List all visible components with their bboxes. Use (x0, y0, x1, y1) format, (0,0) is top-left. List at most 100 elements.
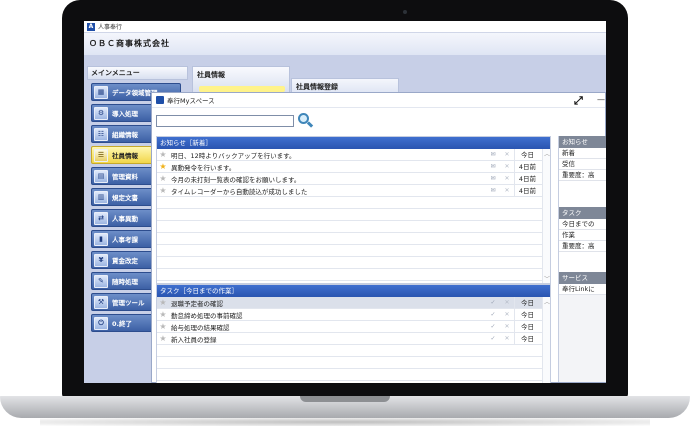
expand-icon[interactable]: ⤢ (574, 94, 583, 108)
task-row[interactable]: ★ 勤怠締め処理の事前確認 ✓ ✕ 今日 (157, 308, 550, 321)
task-date: 今日 (514, 308, 540, 321)
empty-row (157, 233, 550, 245)
menu-item-label: 組織情報 (112, 131, 138, 139)
news-list: ★ 明日、12時よりバックアップを行います。 ✉ ✕ 今日 ★ 異動発令を行います。 ✉ ✕ 4日… (157, 148, 550, 281)
side-news-line[interactable]: 受信 (559, 159, 606, 170)
star-icon[interactable]: ★ (157, 298, 169, 307)
menu-item-label: 社員情報 (112, 152, 138, 160)
empty-row (157, 369, 550, 381)
task-text: 新入社員の登録 (171, 335, 217, 344)
company-name: ＯＢＣ商事株式会社 (84, 33, 606, 55)
laptop-shadow (40, 418, 650, 426)
star-icon[interactable]: ★ (157, 322, 169, 331)
star-icon[interactable]: ★ (157, 150, 169, 159)
delete-icon[interactable]: ✕ (500, 175, 514, 182)
task-scrollbar[interactable]: ︿ (542, 297, 550, 383)
news-row[interactable]: ★ タイムレコーダーから自動読込が成功しました ✉ ✕ 4日前 (157, 184, 550, 197)
side-service-line[interactable]: 奉行Linkに (559, 284, 606, 295)
process-icon: ✎ (94, 274, 108, 288)
minimize-icon[interactable]: — (597, 95, 605, 104)
scroll-up-icon[interactable]: ︿ (543, 297, 551, 306)
task-date: 今日 (514, 332, 540, 345)
news-row[interactable]: ★ 明日、12時よりバックアップを行います。 ✉ ✕ 今日 (157, 148, 550, 161)
news-row[interactable]: ★ 異動発令を行います。 ✉ ✕ 4日前 (157, 160, 550, 173)
side-task-line[interactable]: 今日までの (559, 219, 606, 230)
mail-icon[interactable]: ✉ (486, 187, 500, 194)
menu-item-label: 0.終了 (112, 320, 132, 328)
star-icon[interactable]: ★ (157, 186, 169, 195)
delete-icon[interactable]: ✕ (500, 335, 514, 342)
app-icon: A (87, 22, 95, 31)
delete-icon[interactable]: ✕ (500, 299, 514, 306)
menu-item-label: 人事異動 (112, 215, 138, 223)
empty-row (157, 269, 550, 281)
star-icon[interactable]: ★ (157, 334, 169, 343)
news-text: 明日、12時よりバックアップを行います。 (171, 151, 296, 160)
exit-icon: ⏻ (94, 316, 108, 330)
star-icon[interactable]: ★ (157, 174, 169, 183)
delete-icon[interactable]: ✕ (500, 311, 514, 318)
main-menu-title: メインメニュー (87, 66, 188, 80)
news-scrollbar[interactable]: ︿ ﹀ (542, 149, 550, 283)
side-news-line[interactable]: 新着 (559, 148, 606, 159)
evaluation-icon: ▮ (94, 232, 108, 246)
transfer-icon: ⇄ (94, 211, 108, 225)
check-icon[interactable]: ✓ (486, 323, 500, 330)
delete-icon[interactable]: ✕ (500, 151, 514, 158)
menu-item-label: 管理資料 (112, 173, 138, 181)
mail-icon[interactable]: ✉ (486, 175, 500, 182)
delete-icon[interactable]: ✕ (500, 163, 514, 170)
task-row[interactable]: ★ 新入社員の登録 ✓ ✕ 今日 (157, 332, 550, 345)
mail-icon[interactable]: ✉ (486, 163, 500, 170)
search-input[interactable] (156, 115, 294, 127)
news-panel: お知らせ［新着］ ★ 明日、12時よりバックアップを行います。 ✉ ✕ 今日 ★ 異動発令を… (156, 136, 551, 284)
delete-icon[interactable]: ✕ (500, 187, 514, 194)
empty-row (157, 245, 550, 257)
myspace-window: 奉行Myスペース ⤢ — お知らせ［新着］ ★ 明日、12時よりバックアップを行い… (151, 92, 606, 383)
mail-icon[interactable]: ✉ (486, 151, 500, 158)
menu-item-label: 賃金改定 (112, 257, 138, 265)
star-icon[interactable]: ★ (157, 162, 169, 171)
empty-row (157, 221, 550, 233)
star-icon[interactable]: ★ (157, 310, 169, 319)
scroll-down-icon[interactable]: ﹀ (543, 274, 551, 283)
empty-row (157, 345, 550, 357)
side-task-line[interactable]: 作業 (559, 230, 606, 241)
task-text: 退職予定者の確認 (171, 299, 223, 308)
org-icon: ☷ (94, 127, 108, 141)
task-list: ★ 退職予定者の確認 ✓ ✕ 今日 ★ 勤怠締め処理の事前確認 ✓ ✕ 今日 ★ 給与処理の結果確認 ✓… (157, 296, 550, 381)
delete-icon[interactable]: ✕ (500, 323, 514, 330)
check-icon[interactable]: ✓ (486, 311, 500, 318)
task-date: 今日 (514, 296, 540, 309)
scroll-up-icon[interactable]: ︿ (543, 149, 551, 158)
side-task-header: タスク (559, 207, 606, 219)
side-panel: お知らせ 新着 受信 重要度：高 タスク 今日までの 作業 重要度：高 サービス… (558, 136, 606, 382)
menu-item-label: 導入処理 (112, 110, 138, 118)
menu-item-label: 随時処理 (112, 278, 138, 286)
laptop-notch (300, 396, 390, 402)
empty-row (157, 257, 550, 269)
task-row[interactable]: ★ 給与処理の結果確認 ✓ ✕ 今日 (157, 320, 550, 333)
report-icon: ▤ (94, 169, 108, 183)
task-text: 給与処理の結果確認 (171, 323, 230, 332)
document-icon: ▥ (94, 190, 108, 204)
check-icon[interactable]: ✓ (486, 299, 500, 306)
news-row[interactable]: ★ 今月の未打刻一覧表の確認をお願いします。 ✉ ✕ 4日前 (157, 172, 550, 185)
tab-label: 社員情報 (197, 71, 225, 79)
employee-icon: ☰ (94, 148, 108, 162)
menu-item-label: 規定文書 (112, 194, 138, 202)
task-panel: タスク［今日までの作業］ ★ 退職予定者の確認 ✓ ✕ 今日 ★ 勤怠締め処理の事前確認 ✓ ✕… (156, 284, 551, 383)
check-icon[interactable]: ✓ (486, 335, 500, 342)
screen: A 人事奉行 ＯＢＣ商事株式会社 メインメニュー ▦ データ領域管理 ⚙ 導入処理 ☷ 組… (84, 21, 606, 383)
myspace-titlebar: 奉行Myスペース ⤢ — (152, 93, 605, 108)
tab-employee-info[interactable]: 社員情報 (192, 66, 290, 93)
task-row[interactable]: ★ 退職予定者の確認 ✓ ✕ 今日 (157, 296, 550, 309)
news-date: 4日前 (514, 184, 540, 197)
camera-dot (403, 10, 407, 14)
empty-row (157, 197, 550, 209)
news-date: 今日 (514, 148, 540, 161)
side-news-line[interactable]: 重要度：高 (559, 170, 606, 181)
tab-label: 社員情報登録 (296, 83, 338, 91)
search-button[interactable] (296, 111, 314, 129)
side-task-line[interactable]: 重要度：高 (559, 241, 606, 252)
